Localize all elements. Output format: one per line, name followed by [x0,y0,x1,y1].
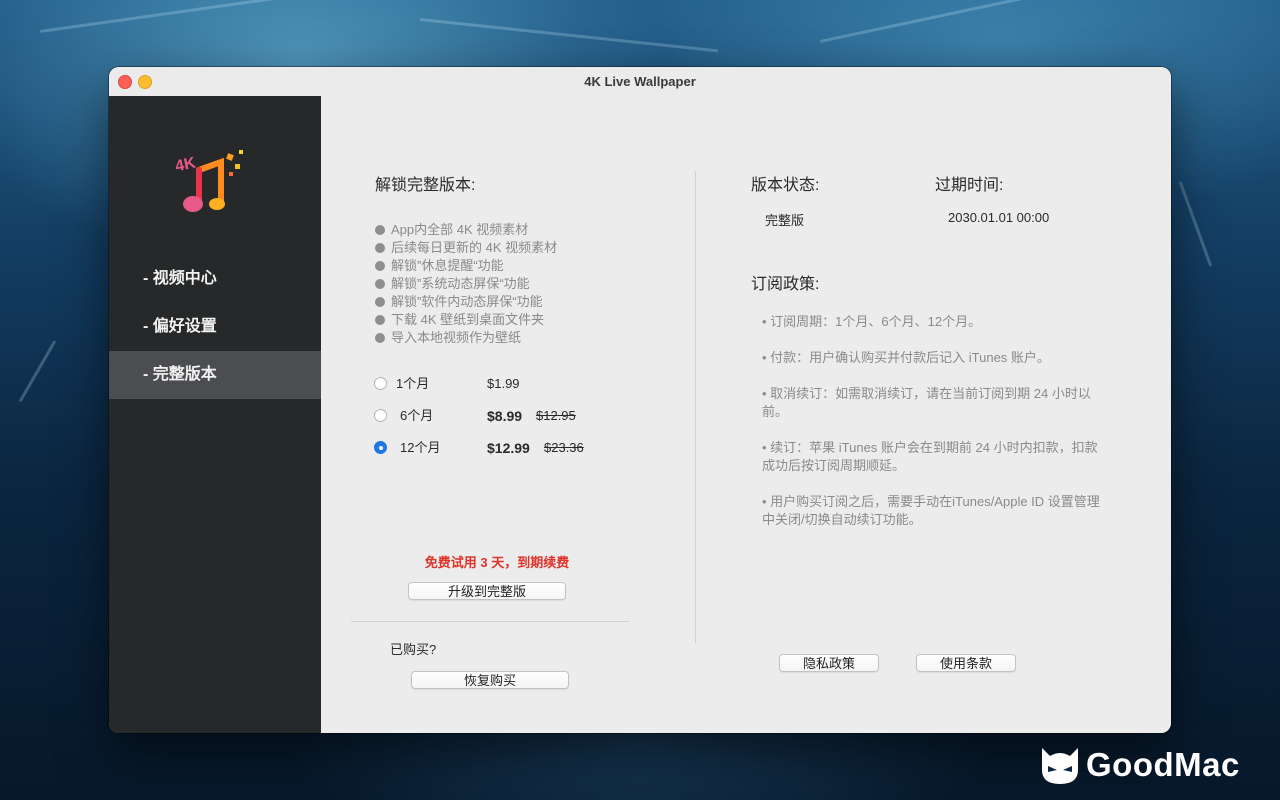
version-status-label: 版本状态: [751,177,820,194]
list-item: 下载 4K 壁纸到桌面文件夹 [375,311,557,329]
sidebar: 4K - 视频中心 - 偏好设置 - 完整版本 [109,96,321,733]
subscription-policy-heading: 订阅政策: [751,276,820,293]
version-status-value: 完整版 [765,213,805,228]
divider [351,621,629,622]
radio-button[interactable] [374,409,387,422]
original-price: $23.36 [544,440,584,455]
bullet-icon [375,225,385,235]
policy-list: • 订阅周期：1个月、6个月、12个月。 • 付款：用户确认购买并付款后记入 i… [762,313,1102,547]
list-item: • 取消续订：如需取消续订，请在当前订阅到期 24 小时以前。 [762,386,1091,419]
trial-notice: 免费试用 3 天，到期续费 [424,555,570,570]
list-item: 解锁”系统动态屏保“功能 [375,275,557,293]
unlock-heading: 解锁完整版本: [375,177,476,194]
title-bar: 4K Live Wallpaper [109,67,1171,97]
list-item: • 付款：用户确认购买并付款后记入 iTunes 账户。 [762,350,1050,365]
radio-button-selected[interactable] [374,441,387,454]
list-item: App内全部 4K 视频素材 [375,221,557,239]
expiry-time-label: 过期时间: [935,177,1004,194]
wallpaper-streak [419,18,719,53]
wallpaper-streak [18,340,57,403]
sidebar-item-preferences[interactable]: - 偏好设置 [109,303,321,351]
sidebar-item-full-version[interactable]: - 完整版本 [109,351,321,399]
list-item: • 用户购买订阅之后，需要手动在iTunes/Apple ID 设置管理中关闭/… [762,494,1100,527]
restore-purchase-button[interactable]: 恢复购买 [411,671,569,689]
privacy-policy-button[interactable]: 隐私政策 [779,654,879,672]
list-item: 后续每日更新的 4K 视频素材 [375,239,557,257]
list-item: 导入本地视频作为壁纸 [375,329,557,347]
upgrade-button[interactable]: 升级到完整版 [408,582,566,600]
window-title: 4K Live Wallpaper [584,74,696,89]
svg-text:4K: 4K [174,154,198,175]
original-price: $12.95 [536,408,576,423]
wallpaper-streak [819,0,1095,43]
app-window: 4K Live Wallpaper 4K - 视频中心 - 偏好设置 - 完整版… [109,67,1171,733]
watermark-text: GoodMac [1086,746,1240,783]
list-item: 解锁”软件内动态屏保“功能 [375,293,557,311]
bullet-icon [375,279,385,289]
sidebar-item-video-center[interactable]: - 视频中心 [109,255,321,303]
expiry-time-value: 2030.01.01 00:00 [948,210,1050,225]
bullet-icon [375,297,385,307]
terms-of-use-button[interactable]: 使用条款 [916,654,1016,672]
goodmac-watermark: GoodMac [1038,742,1268,786]
goodmac-logo-icon [1042,748,1078,784]
radio-button[interactable] [374,377,387,390]
feature-list: App内全部 4K 视频素材 后续每日更新的 4K 视频素材 解锁”休息提醒“功… [375,221,557,347]
bullet-icon [375,333,385,343]
bullet-icon [375,261,385,271]
main-content: 解锁完整版本: App内全部 4K 视频素材 后续每日更新的 4K 视频素材 解… [321,96,1171,733]
list-item: 解锁”休息提醒“功能 [375,257,557,275]
wallpaper-streak [1178,180,1213,267]
list-item: • 续订：苹果 iTunes 账户会在到期前 24 小时内扣款，扣款成功后按订阅… [762,440,1098,473]
app-logo-icon: 4K [174,150,243,212]
list-item: • 订阅周期：1个月、6个月、12个月。 [762,314,982,329]
wallpaper-streak [39,0,298,33]
bullet-icon [375,315,385,325]
column-divider [695,171,696,643]
purchased-question: 已购买? [390,642,437,657]
bullet-icon [375,243,385,253]
